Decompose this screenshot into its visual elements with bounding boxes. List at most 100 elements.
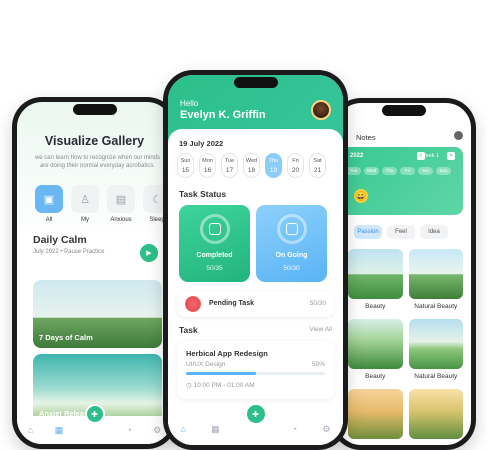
planner-phone: Hello Evelyn K. Griffin 19 July 2022 Sun…	[163, 70, 348, 450]
gallery-card[interactable]: 7 Days of Calm	[33, 280, 162, 348]
day-name: Sat	[313, 158, 322, 164]
add-icon[interactable]: ✚	[84, 404, 105, 424]
profile-icon[interactable]	[454, 131, 463, 140]
pending-count: 50/30	[309, 300, 326, 307]
stats-icon[interactable]: ◔	[292, 424, 297, 434]
notes-item-caption: Natural Beauty	[414, 303, 458, 310]
phone-notch	[72, 104, 117, 115]
notes-item[interactable]: Natural Beauty	[408, 319, 463, 383]
anxious-icon: ▤	[107, 185, 135, 213]
greeting: Hello	[180, 99, 199, 108]
gallery-icon[interactable]: ▦	[55, 425, 64, 436]
home-icon[interactable]: ⌂	[28, 425, 33, 435]
task-icon	[208, 223, 221, 235]
notes-item[interactable]: Beauty	[348, 319, 403, 383]
task-status-title: Task Status	[179, 189, 227, 199]
completed-label: Completed	[196, 252, 233, 259]
day-pill[interactable]: Wed 18	[243, 153, 260, 178]
gallery-phone: Visualize Gallery we can learn how to re…	[12, 97, 177, 449]
completed-card[interactable]: Completed 50/35	[179, 205, 250, 282]
category-row: ▣ All ♙ My ▤ Anxious ☾ Sleep	[35, 185, 171, 223]
notes-item-image	[348, 319, 403, 369]
day-number: 16	[203, 167, 212, 174]
day-name: Wed	[245, 158, 258, 164]
gallery-icon[interactable]: ▦	[211, 424, 220, 435]
add-icon[interactable]: ✚	[244, 403, 267, 425]
day-name: Mon	[202, 158, 213, 164]
pending-label: Pending Task	[209, 300, 254, 307]
day-pill[interactable]: Mon 16	[199, 153, 216, 178]
notes-day[interactable]: Sun	[436, 167, 451, 175]
daily-calm-card[interactable]: Daily Calm July 2022 • Pause Practice ▶	[33, 234, 162, 274]
week-next-button[interactable]: >	[447, 152, 455, 160]
home-icon[interactable]: ⌂	[181, 424, 186, 434]
category-my[interactable]: ♙ My	[71, 185, 99, 223]
avatar[interactable]	[311, 100, 331, 120]
completed-progress-ring	[199, 214, 230, 244]
notes-item-caption: Beauty	[365, 303, 386, 310]
task-time: ◷ 10:00 PM - 01:00 AM	[186, 381, 255, 389]
task-progress-bar	[186, 372, 325, 375]
day-number: 15	[181, 167, 190, 174]
notes-phone: Notes 2022 < Week 1 > Tue Wed Thu Fri Sa…	[331, 98, 476, 450]
day-pill-selected[interactable]: Thu 19	[265, 153, 282, 178]
notes-item-image	[348, 249, 403, 299]
settings-icon[interactable]: ⚙	[153, 425, 161, 436]
settings-icon[interactable]: ⚙	[322, 424, 330, 435]
phone-notch	[233, 77, 278, 88]
notes-screen: Notes 2022 < Week 1 > Tue Wed Thu Fri Sa…	[336, 103, 471, 445]
ongoing-card[interactable]: On Going 50/30	[256, 205, 327, 282]
day-name: Thu	[268, 158, 279, 164]
completed-count: 50/35	[206, 265, 223, 272]
view-all-link[interactable]: View All	[309, 326, 332, 333]
task-card[interactable]: Herbical App Redesign UI/UX Design 50% ◷…	[177, 341, 334, 399]
gallery-description: we can learn how to recognize when our m…	[34, 155, 161, 169]
pending-task-row[interactable]: Pending Task 50/30	[177, 291, 334, 317]
category-anxious[interactable]: ▤ Anxious	[107, 185, 135, 223]
stats-icon[interactable]: ◔	[126, 425, 131, 435]
all-icon: ▣	[35, 185, 63, 213]
banner-date: 2022	[350, 153, 364, 159]
pending-icon	[185, 296, 201, 312]
day-name: Sun	[180, 158, 191, 164]
notes-tabs: Passion Feel Idea	[354, 225, 448, 239]
tab-passion[interactable]: Passion	[354, 225, 382, 239]
notes-day[interactable]: Wed	[364, 167, 379, 175]
category-label: All	[45, 217, 53, 223]
notes-item-caption: Beauty	[365, 373, 386, 380]
notes-item[interactable]	[408, 389, 463, 439]
category-label: Anxious	[110, 217, 132, 223]
notes-day[interactable]: Fri	[400, 167, 415, 175]
day-pill[interactable]: Sat 21	[309, 153, 326, 178]
task-progress-fill	[186, 372, 256, 375]
notes-item-image	[408, 249, 463, 299]
user-icon: ♙	[71, 185, 99, 213]
play-icon[interactable]: ▶	[140, 244, 158, 262]
gallery-title: Visualize Gallery	[44, 134, 145, 148]
phone-notch	[381, 105, 426, 116]
day-name: Fri	[292, 158, 299, 164]
notes-day[interactable]: Thu	[382, 167, 397, 175]
notes-day[interactable]: Sat	[418, 167, 433, 175]
current-date: 19 July 2022	[179, 139, 224, 148]
task-icon	[285, 223, 298, 235]
ongoing-count: 50/30	[283, 265, 300, 272]
notes-item[interactable]: Beauty	[348, 249, 403, 313]
notes-day[interactable]: Tue	[346, 167, 361, 175]
notes-item[interactable]	[348, 389, 403, 439]
notes-days: Tue Wed Thu Fri Sat Sun	[346, 167, 451, 175]
category-all[interactable]: ▣ All	[35, 185, 63, 223]
gallery-card-caption: 7 Days of Calm	[39, 333, 93, 342]
day-pill[interactable]: Tue 17	[221, 153, 238, 178]
daily-calm-title: Daily Calm	[33, 234, 87, 246]
task-name: Herbical App Redesign	[186, 349, 268, 358]
tab-idea[interactable]: Idea	[420, 225, 448, 239]
day-pill[interactable]: Sun 15	[177, 153, 194, 178]
notes-title: Notes	[356, 133, 376, 142]
notes-banner: 2022 < Week 1 > Tue Wed Thu Fri Sat Sun …	[342, 147, 463, 215]
day-pill[interactable]: Fri 20	[287, 153, 304, 178]
task-section-title: Task	[179, 325, 198, 335]
day-name: Tue	[224, 158, 235, 164]
tab-feel[interactable]: Feel	[387, 225, 415, 239]
notes-item[interactable]: Natural Beauty	[408, 249, 463, 313]
